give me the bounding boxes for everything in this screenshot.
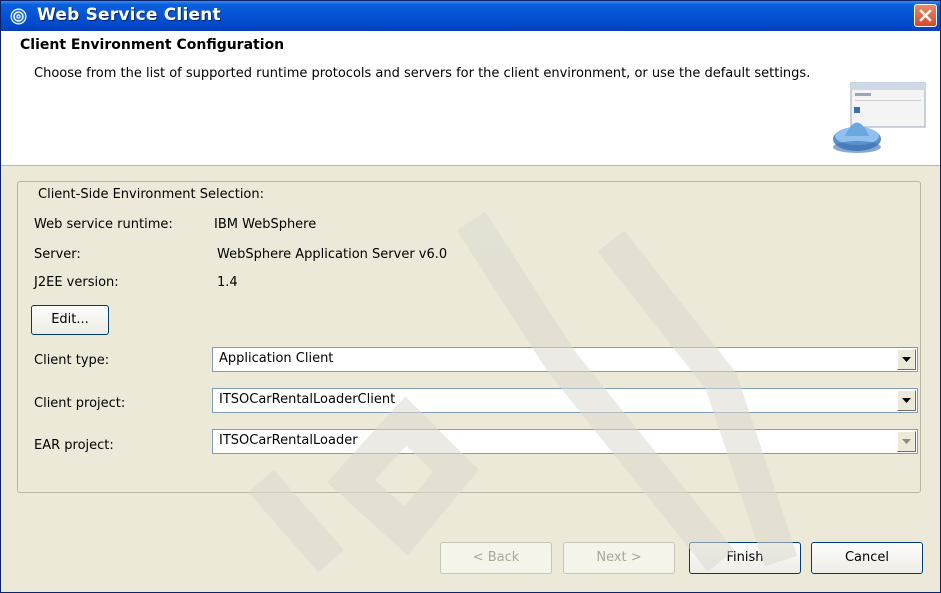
next-button[interactable]: Next > <box>563 542 675 574</box>
page-title: Client Environment Configuration <box>20 37 285 53</box>
client-project-dropdown-button[interactable] <box>897 390 916 411</box>
ear-project-label: EAR project: <box>34 438 114 453</box>
client-type-dropdown-button[interactable] <box>897 349 916 370</box>
server-value: WebSphere Application Server v6.0 <box>217 247 448 262</box>
ear-project-select[interactable]: ITSOCarRentalLoader <box>212 429 918 454</box>
server-label: Server: <box>34 247 81 262</box>
client-project-value: ITSOCarRentalLoaderClient <box>219 392 396 407</box>
chevron-down-icon <box>902 357 911 362</box>
window-title: Web Service Client <box>37 5 221 25</box>
runtime-label: Web service runtime: <box>34 217 173 232</box>
ear-project-dropdown-button[interactable] <box>897 431 916 452</box>
web-service-client-dialog: Web Service Client Client Environment Co… <box>0 0 941 593</box>
chevron-down-icon <box>902 439 911 444</box>
chevron-down-icon <box>902 398 911 403</box>
j2ee-label: J2EE version: <box>34 275 119 290</box>
title-bar[interactable]: Web Service Client <box>1 1 940 31</box>
client-type-select[interactable]: Application Client <box>212 347 918 372</box>
client-type-label: Client type: <box>34 353 110 368</box>
back-button[interactable]: < Back <box>440 542 552 574</box>
client-project-select[interactable]: ITSOCarRentalLoaderClient <box>212 388 918 413</box>
edit-button[interactable]: Edit... <box>31 305 109 335</box>
ear-project-value: ITSOCarRentalLoader <box>219 433 358 448</box>
cancel-button[interactable]: Cancel <box>811 542 923 574</box>
finish-button[interactable]: Finish <box>689 542 801 574</box>
close-button[interactable] <box>914 4 937 27</box>
web-service-icon <box>10 8 27 25</box>
runtime-value: IBM WebSphere <box>214 217 317 232</box>
client-project-label: Client project: <box>34 396 126 411</box>
close-icon <box>919 9 932 22</box>
page-description: Choose from the list of supported runtim… <box>34 66 811 81</box>
group-legend: Client-Side Environment Selection: <box>35 187 268 202</box>
j2ee-value: 1.4 <box>217 275 238 290</box>
wizard-banner-icon <box>833 82 926 153</box>
client-type-value: Application Client <box>219 351 334 366</box>
